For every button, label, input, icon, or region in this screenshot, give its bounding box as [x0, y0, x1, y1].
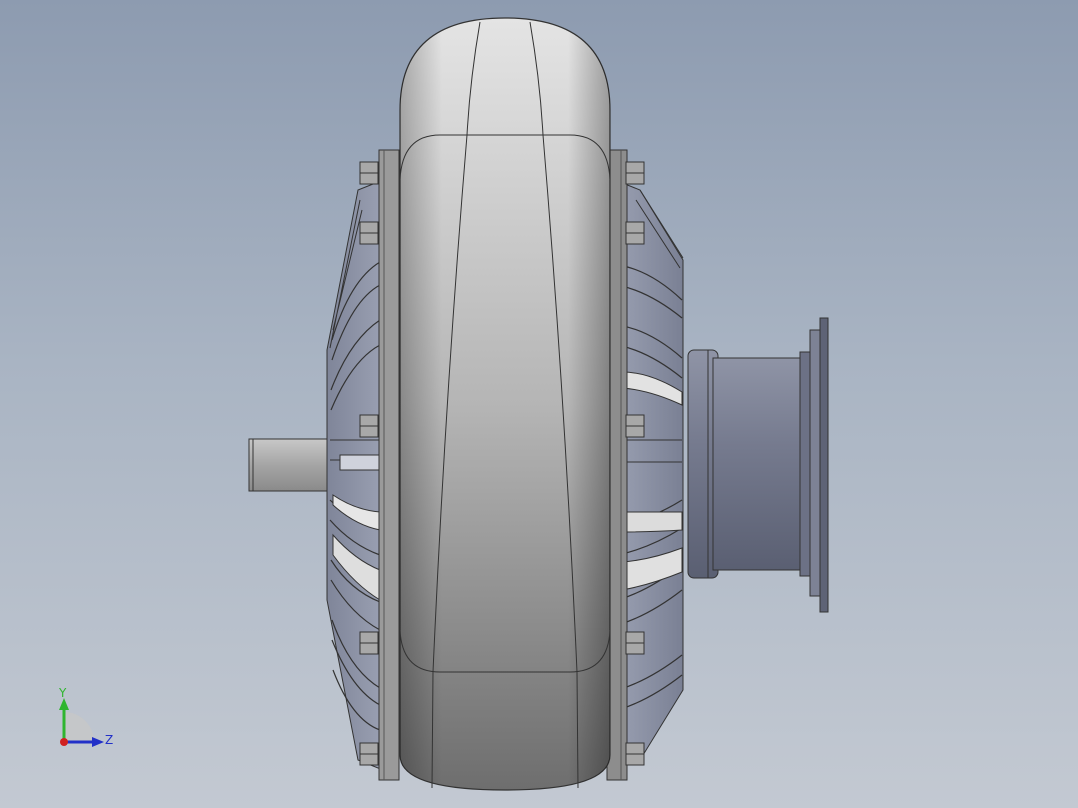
impeller-fins-left[interactable] — [326, 179, 384, 771]
z-axis-label: Z — [105, 733, 113, 747]
bolt — [625, 414, 645, 438]
y-axis-label: Y — [58, 686, 67, 700]
bolt — [359, 161, 379, 185]
bolt — [625, 631, 645, 655]
bolt — [625, 742, 645, 766]
bolt — [625, 221, 645, 245]
output-hub[interactable] — [687, 317, 829, 613]
bolt — [625, 161, 645, 185]
flange-left — [378, 149, 400, 781]
z-axis-arrow — [92, 737, 104, 747]
bolt — [359, 221, 379, 245]
graphics-viewport[interactable]: Y Z — [0, 0, 1078, 808]
x-axis-point — [60, 738, 68, 746]
coordinate-triad: Y Z — [58, 686, 113, 747]
triad-plane — [64, 712, 94, 742]
bolt — [359, 742, 379, 766]
outer-shell[interactable] — [399, 17, 611, 791]
model-view[interactable] — [0, 0, 1078, 808]
bolt — [359, 414, 379, 438]
bolt — [359, 631, 379, 655]
input-shaft[interactable] — [248, 438, 332, 492]
